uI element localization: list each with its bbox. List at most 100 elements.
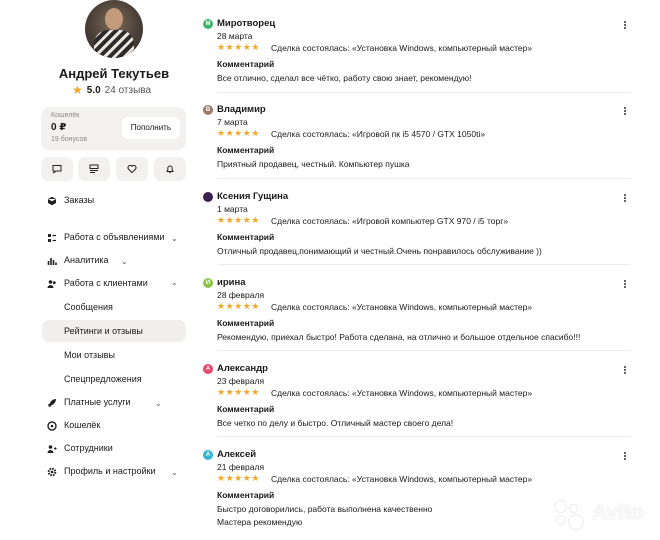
watermark-dot [569, 504, 578, 513]
deal-info: Сделка состоялась: «Игровой пк i5 4570 /… [271, 129, 486, 139]
comment-text: Отличный продавец,понимающий и честный.О… [217, 246, 542, 256]
rating-stars: ★★★★★ [217, 387, 260, 397]
nav-settings-label: Профиль и настройки [64, 466, 156, 476]
comment-label: Комментарий [217, 318, 275, 328]
favorites-button[interactable] [116, 157, 148, 181]
nav-orders-label: Заказы [64, 195, 95, 205]
topup-button[interactable]: Пополнить [121, 117, 180, 139]
comment-text: Рекомендую, приехал быстро! Работа сдела… [217, 332, 581, 342]
divider [217, 178, 631, 179]
deal-info: Сделка состоялась: «Установка Windows, к… [271, 43, 533, 53]
reviewer-name[interactable]: Владимир [217, 104, 266, 115]
comment-label: Комментарий [217, 490, 275, 500]
nav-ads-label: Работа с объявлениями [64, 232, 165, 242]
chart-icon [47, 258, 57, 265]
grid-list-icon [48, 234, 56, 242]
user-avatar[interactable] [203, 192, 213, 202]
avatar[interactable] [85, 0, 143, 58]
subnav-my-reviews[interactable]: Мои отзывы [64, 350, 115, 360]
avatar-face [105, 8, 123, 30]
reviewer-name[interactable]: Миротворец [217, 18, 275, 29]
more-options-icon[interactable] [621, 20, 629, 32]
comment-label: Комментарий [217, 232, 275, 242]
comment-label: Комментарий [217, 59, 275, 69]
box-icon [48, 196, 56, 206]
rating-row[interactable]: ★ 5.0 24 отзыва [72, 84, 151, 96]
review-date: 7 марта [217, 117, 248, 127]
nav-staff-label: Сотрудники [64, 443, 113, 453]
watermark-dot [554, 500, 567, 513]
watermark-dot [556, 515, 566, 525]
reviewer-name[interactable]: Александр [217, 363, 268, 374]
chevron-down-icon: ⌄ [121, 257, 128, 266]
reviewer-name[interactable]: Ксения Гущина [217, 191, 288, 202]
reviewer-name[interactable]: Алексей [217, 449, 256, 460]
watermark-text: Avito [592, 501, 644, 524]
nav-analytics-label: Аналитика [64, 255, 109, 265]
user-avatar[interactable]: И [203, 278, 213, 288]
deal-info: Сделка состоялась: «Установка Windows, к… [271, 302, 533, 312]
comment-label: Комментарий [217, 404, 275, 414]
chevron-down-icon: ⌄ [171, 234, 178, 243]
comment-text: Все отлично, сделал все чётко, работу св… [217, 73, 472, 83]
reviews-count[interactable]: 24 отзыва [105, 85, 151, 96]
subnav-messages[interactable]: Сообщения [64, 302, 113, 312]
more-options-icon[interactable] [621, 365, 629, 377]
more-options-icon[interactable] [621, 279, 629, 291]
user-avatar[interactable]: В [203, 105, 213, 115]
clients-icon [47, 280, 56, 288]
wallet-bonus: 19 бонусов [51, 136, 88, 143]
rating-stars: ★★★★★ [217, 215, 260, 225]
rating-stars: ★★★★★ [217, 42, 260, 52]
chevron-down-icon: ⌄ [171, 468, 178, 477]
list-icon [89, 164, 99, 173]
notifications-button[interactable] [154, 157, 186, 181]
user-avatar[interactable]: А [203, 364, 213, 374]
reviewer-name[interactable]: ирина [217, 277, 246, 288]
user-avatar[interactable]: А [203, 450, 213, 460]
rating-stars: ★★★★★ [217, 128, 260, 138]
review-date: 23 февраля [217, 376, 265, 386]
sidebar: Андрей Текутьев ★ 5.0 24 отзыва Кошелёк … [0, 0, 190, 540]
deal-info: Сделка состоялась: «Установка Windows, к… [271, 474, 533, 484]
more-options-icon[interactable] [621, 193, 629, 205]
subnav-ratings[interactable]: Рейтинги и отзывы [64, 326, 143, 336]
review-date: 28 марта [217, 31, 253, 41]
divider [217, 436, 631, 437]
rating-stars: ★★★★★ [217, 301, 260, 311]
rocket-icon [48, 399, 56, 407]
comment-text: Приятный продавец, честный. Компьютер пу… [217, 159, 410, 169]
subnav-special[interactable]: Спецпредложения [64, 374, 142, 384]
review-date: 21 февраля [217, 462, 265, 472]
review-date: 28 февраля [217, 290, 265, 300]
profile-name: Андрей Текутьев [58, 66, 170, 81]
more-options-icon[interactable] [621, 106, 629, 118]
comment-line: Быстро договорились, работа выполнена ка… [217, 504, 433, 514]
divider [217, 350, 631, 351]
watermark-dot [568, 514, 584, 530]
rating-stars: ★★★★★ [217, 473, 260, 483]
star-icon: ★ [72, 83, 83, 97]
wallet-icon [47, 421, 57, 431]
comment-label: Комментарий [217, 145, 275, 155]
chat-icon [52, 165, 62, 174]
list-button[interactable] [78, 157, 110, 181]
comment-text: Быстро договорились, работа выполнена ка… [217, 503, 432, 529]
nav-clients-label: Работа с клиентами [64, 278, 148, 288]
comment-line: Мастера рекомендую [217, 517, 303, 527]
watermark: Avito [552, 498, 652, 532]
chat-button[interactable] [41, 157, 73, 181]
user-avatar[interactable]: М [203, 19, 213, 29]
more-options-icon[interactable] [621, 451, 629, 463]
chevron-down-icon: ⌄ [155, 399, 162, 408]
heart-icon [127, 164, 137, 174]
divider [217, 92, 631, 93]
nav-paid-label: Платные услуги [64, 397, 131, 407]
wallet-card[interactable]: Кошелёк 0 ₽ 19 бонусов Пополнить [41, 107, 186, 150]
wallet-balance: 0 ₽ [51, 122, 67, 133]
deal-info: Сделка состоялась: «Установка Windows, к… [271, 388, 533, 398]
chevron-up-icon: ⌃ [171, 282, 178, 291]
staff-icon [47, 445, 57, 453]
bell-icon [166, 165, 174, 174]
gear-icon [47, 467, 57, 477]
